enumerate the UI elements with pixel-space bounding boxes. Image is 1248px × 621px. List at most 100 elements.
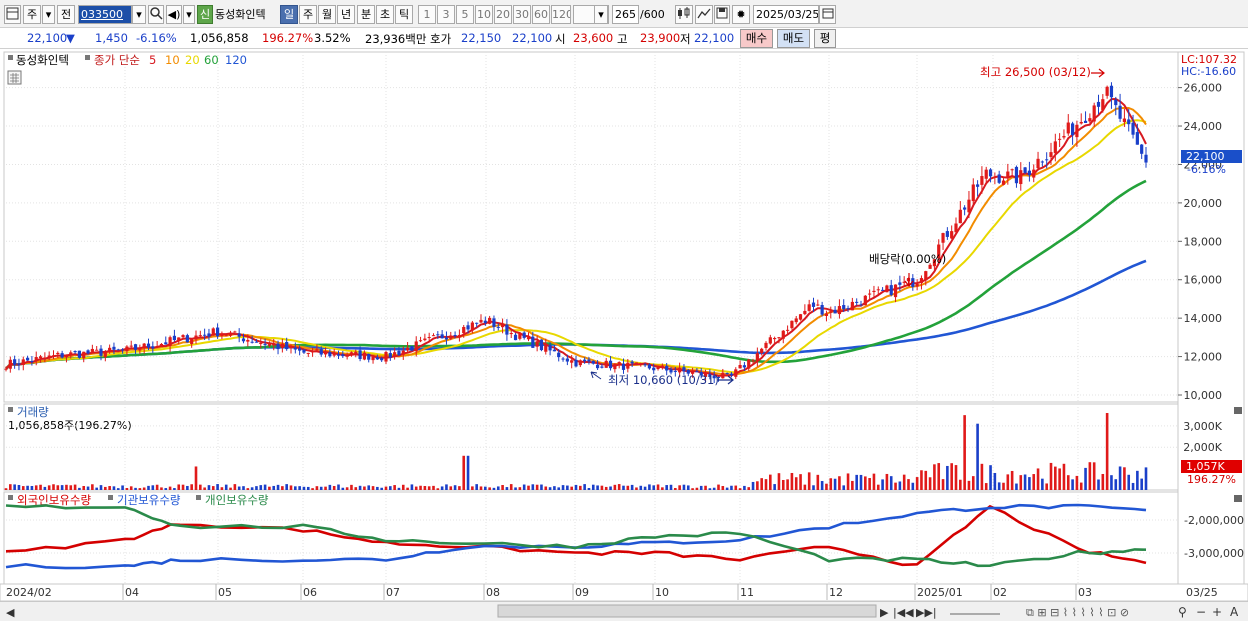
hoga-bid: 22,100: [512, 31, 553, 45]
tab-monthly[interactable]: 월: [318, 5, 336, 24]
tab-weekly[interactable]: 주: [299, 5, 317, 24]
volume-bar: [237, 486, 241, 490]
chevron-down-icon[interactable]: ▾: [42, 5, 55, 24]
volume-bar: [682, 484, 686, 490]
price-tick-label: 16,000: [1184, 274, 1223, 287]
candle-body: [431, 335, 436, 337]
hc-label: HC:-16.60: [1181, 65, 1236, 78]
tab-tick[interactable]: 틱: [395, 5, 413, 24]
scroll-bar[interactable]: ◀ ▶ |◀◀ ▶▶| ⧉ ⊞ ⊟ ⌇ ⌇ ⌇ ⌇ ⌇ ⊡ ⊘ ⚲ − + A: [0, 601, 1248, 621]
candle-body: [177, 337, 181, 342]
volume-bar: [622, 485, 625, 490]
candle-body: [842, 305, 846, 310]
scroll-left-icon[interactable]: ◀: [6, 606, 15, 619]
volume-bar: [820, 481, 824, 490]
scroll-start-icon[interactable]: |◀◀: [893, 606, 914, 619]
tab-minute[interactable]: 분: [357, 5, 375, 24]
count-input[interactable]: 265: [612, 5, 639, 24]
speaker-icon[interactable]: ◀): [166, 5, 182, 24]
volume-bar: [453, 485, 457, 490]
period-select[interactable]: 주: [23, 5, 41, 24]
zoom-out-icon[interactable]: −: [1196, 605, 1206, 619]
panel-close-icon[interactable]: [1234, 495, 1242, 502]
chart-tools-icons[interactable]: ⧉ ⊞ ⊟ ⌇ ⌇ ⌇ ⌇ ⌇ ⊡ ⊘: [1026, 606, 1129, 619]
candle-body: [1014, 166, 1019, 184]
volume-bar: [1010, 470, 1014, 490]
volume-bar: [1144, 467, 1148, 490]
save-icon[interactable]: [714, 5, 730, 24]
custom-period-dropdown-icon[interactable]: ▾: [594, 5, 608, 24]
candle-body: [436, 334, 440, 336]
volume-bar: [116, 488, 120, 490]
volume-bar: [717, 484, 720, 490]
candle-body: [863, 295, 867, 306]
volume-bar: [56, 485, 60, 490]
scroll-right-icon[interactable]: ▶: [880, 606, 889, 619]
candle-body: [639, 363, 643, 365]
tab-daily[interactable]: 일: [280, 5, 298, 24]
volume-bar: [1058, 468, 1061, 490]
draw-tool-icon[interactable]: [695, 5, 713, 24]
scroll-thumb[interactable]: [497, 604, 877, 618]
candle-body: [310, 351, 315, 353]
candle-body: [21, 359, 25, 365]
minute-option-5[interactable]: 5: [456, 5, 474, 24]
volume-bar: [104, 486, 107, 490]
chart-area[interactable]: 동성화인텍 종가 단순 5 10 20 60 120 LC:107.32 HC:…: [0, 49, 1248, 621]
candle-body: [591, 360, 595, 364]
candle-body: [90, 348, 94, 352]
candle-body: [77, 350, 82, 358]
volume-bar: [324, 486, 327, 490]
tab-yearly[interactable]: 년: [337, 5, 355, 24]
volume-bar: [738, 488, 742, 490]
grid-toggle-icon[interactable]: [7, 70, 22, 85]
candle-body: [1001, 180, 1006, 185]
zoom-in-icon[interactable]: +: [1212, 605, 1222, 619]
candle-body: [1070, 123, 1075, 136]
prev-button[interactable]: 전: [57, 5, 75, 24]
stock-code-input[interactable]: 033500: [78, 5, 132, 24]
volume-bar: [393, 485, 396, 490]
panel-close-icon[interactable]: [1234, 407, 1242, 414]
candle-body: [449, 335, 453, 339]
minute-option-60[interactable]: 60: [532, 5, 550, 24]
candle-body: [393, 352, 397, 357]
candle-body: [155, 346, 159, 348]
minute-option-20[interactable]: 20: [494, 5, 512, 24]
minute-option-1[interactable]: 1: [418, 5, 436, 24]
volume-bar: [458, 486, 461, 490]
candle-body: [276, 343, 280, 350]
scroll-end-icon[interactable]: ▶▶|: [916, 606, 937, 619]
buy-button[interactable]: 매수: [740, 29, 773, 48]
zoom-search-icon[interactable]: ⚲: [1178, 605, 1187, 619]
minute-option-120[interactable]: 120: [551, 5, 571, 24]
candle-body: [319, 349, 323, 355]
calendar-icon[interactable]: [819, 5, 836, 24]
volume-bar: [876, 484, 880, 490]
legend-ma-120: 120: [225, 53, 247, 67]
speaker-dropdown-icon[interactable]: ▾: [183, 5, 195, 24]
candle-body: [272, 344, 276, 346]
candle-body: [30, 360, 34, 362]
chart-svg[interactable]: 동성화인텍 종가 단순 5 10 20 60 120 LC:107.32 HC:…: [0, 49, 1248, 621]
candle-body: [367, 353, 371, 360]
candle-body: [228, 333, 233, 336]
candle-body: [224, 335, 228, 337]
sell-button[interactable]: 매도: [777, 29, 810, 48]
candle-body: [505, 324, 509, 335]
candle-type-icon[interactable]: [675, 5, 693, 24]
layout-icon[interactable]: [4, 5, 21, 24]
gear-icon[interactable]: ✹: [732, 5, 750, 24]
code-dropdown-icon[interactable]: ▾: [132, 5, 146, 24]
evaluation-button[interactable]: 평: [814, 29, 836, 48]
candle-body: [824, 313, 829, 316]
font-size-icon[interactable]: A: [1230, 605, 1239, 619]
volume-bar: [99, 485, 103, 490]
candle-body: [794, 318, 798, 323]
date-input[interactable]: 2025/03/25: [753, 5, 819, 24]
search-icon[interactable]: [148, 5, 164, 24]
tab-second[interactable]: 초: [376, 5, 394, 24]
minute-option-10[interactable]: 10: [475, 5, 493, 24]
minute-option-3[interactable]: 3: [437, 5, 455, 24]
minute-option-30[interactable]: 30: [513, 5, 531, 24]
